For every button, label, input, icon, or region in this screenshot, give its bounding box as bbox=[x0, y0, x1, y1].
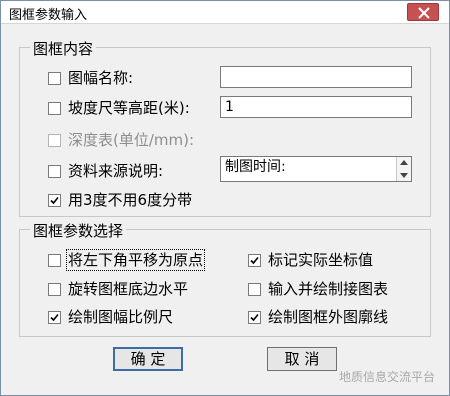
title-bar: 图框参数输入 bbox=[1, 1, 449, 24]
content-group: 图框内容 图幅名称: 坡度尺等高距(米): 1 深度表(单位/mm): 资料来源… bbox=[19, 38, 431, 217]
rotate-frame-label: 旋转图框底边水平 bbox=[68, 280, 189, 298]
checkbox-mark-coords[interactable] bbox=[248, 254, 261, 267]
checkbox-depth-scale[interactable] bbox=[48, 134, 61, 147]
slope-interval-input[interactable]: 1 bbox=[220, 96, 412, 118]
move-origin-label: 将左下角平移为原点 bbox=[65, 249, 206, 271]
scroll-up-icon[interactable] bbox=[400, 160, 408, 165]
data-source-input[interactable]: 制图时间: bbox=[220, 156, 412, 182]
checkbox-index-map[interactable] bbox=[248, 283, 261, 296]
3-degree-zone-label: 用3度不用6度分带 bbox=[68, 191, 193, 209]
check-icon bbox=[50, 313, 59, 322]
options-group-title: 图框参数选择 bbox=[30, 220, 127, 241]
check-icon bbox=[50, 196, 59, 205]
check-icon bbox=[250, 313, 259, 322]
dialog-window: 图框参数输入 图框内容 图幅名称: 坡度尺等高距(米): 1 深度表(单位/mm… bbox=[0, 0, 450, 396]
close-button[interactable] bbox=[407, 3, 439, 21]
depth-scale-label: 深度表(单位/mm): bbox=[68, 131, 195, 149]
slope-interval-label: 坡度尺等高距(米): bbox=[68, 99, 190, 117]
checkbox-3-degree-zone[interactable] bbox=[48, 194, 61, 207]
data-source-label: 资料来源说明: bbox=[68, 162, 164, 180]
check-icon bbox=[250, 256, 259, 265]
ok-button[interactable]: 确 定 bbox=[113, 347, 183, 371]
index-map-label: 输入并绘制接图表 bbox=[268, 280, 389, 298]
checkbox-scale-bar[interactable] bbox=[48, 311, 61, 324]
content-group-title: 图框内容 bbox=[30, 38, 97, 59]
cancel-button[interactable]: 取 消 bbox=[267, 347, 337, 371]
window-title: 图框参数输入 bbox=[9, 8, 88, 23]
scroll-down-icon[interactable] bbox=[400, 173, 408, 178]
checkbox-data-source[interactable] bbox=[48, 165, 61, 178]
outer-frame-label: 绘制图框外图廓线 bbox=[268, 308, 389, 326]
map-name-input[interactable] bbox=[220, 66, 412, 88]
checkbox-rotate-frame[interactable] bbox=[48, 283, 61, 296]
mark-coords-label: 标记实际坐标值 bbox=[268, 251, 374, 269]
data-source-scroll[interactable] bbox=[396, 157, 411, 181]
map-name-label: 图幅名称: bbox=[68, 69, 134, 87]
options-group: 图框参数选择 将左下角平移为原点 标记实际坐标值 旋转图框底边水平 输入并绘制接… bbox=[19, 220, 431, 337]
close-icon bbox=[418, 7, 430, 19]
checkbox-outer-frame[interactable] bbox=[248, 311, 261, 324]
data-source-text: 制图时间: bbox=[225, 159, 286, 175]
scale-bar-label: 绘制图幅比例尺 bbox=[68, 308, 174, 326]
watermark-text: 地质信息交流平台 bbox=[338, 370, 435, 384]
checkbox-map-name[interactable] bbox=[48, 72, 61, 85]
checkbox-slope-interval[interactable] bbox=[48, 102, 61, 115]
checkbox-move-origin[interactable] bbox=[48, 254, 61, 267]
